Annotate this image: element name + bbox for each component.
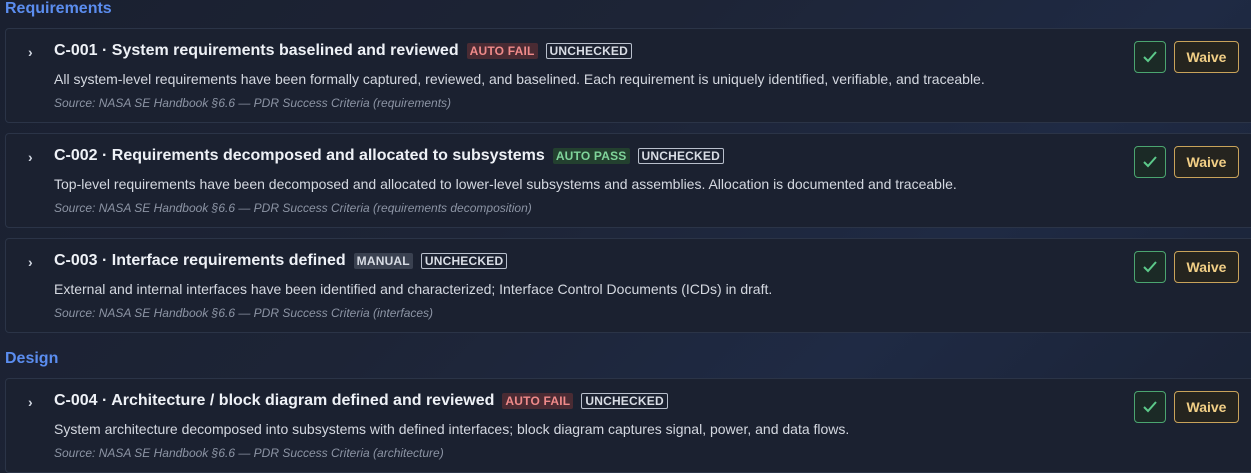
- checklist-item-c001: › C-001 · System requirements baselined …: [5, 28, 1251, 123]
- item-header: C-003 · Interface requirements defined M…: [54, 252, 508, 270]
- status-badge: UNCHECKED: [545, 43, 633, 59]
- checklist-item-c004: › C-004 · Architecture / block diagram d…: [5, 378, 1251, 473]
- item-title: C-003 · Interface requirements defined: [54, 252, 346, 269]
- waive-button[interactable]: Waive: [1174, 41, 1239, 73]
- approve-button[interactable]: [1134, 391, 1166, 423]
- checklist-item-c002: › C-002 · Requirements decomposed and al…: [5, 133, 1251, 228]
- chevron-right-icon[interactable]: ›: [28, 149, 33, 165]
- approve-button[interactable]: [1134, 251, 1166, 283]
- item-description: Top-level requirements have been decompo…: [54, 176, 957, 192]
- item-header: C-004 · Architecture / block diagram def…: [54, 392, 668, 410]
- item-description: All system-level requirements have been …: [54, 71, 985, 87]
- check-icon: [1143, 156, 1157, 168]
- item-title: C-004 · Architecture / block diagram def…: [54, 392, 495, 409]
- chevron-right-icon[interactable]: ›: [28, 254, 33, 270]
- approve-button[interactable]: [1134, 41, 1166, 73]
- item-header: C-002 · Requirements decomposed and allo…: [54, 147, 724, 165]
- auto-pass-badge: AUTO PASS: [552, 148, 630, 164]
- item-source: Source: NASA SE Handbook §6.6 — PDR Succ…: [54, 306, 434, 320]
- status-badge: UNCHECKED: [581, 393, 668, 409]
- waive-button[interactable]: Waive: [1174, 251, 1239, 283]
- status-badge: UNCHECKED: [637, 148, 724, 164]
- item-source: Source: NASA SE Handbook §6.6 — PDR Succ…: [54, 201, 532, 215]
- status-badge: UNCHECKED: [420, 253, 508, 269]
- item-source: Source: NASA SE Handbook §6.6 — PDR Succ…: [54, 96, 452, 110]
- chevron-right-icon[interactable]: ›: [28, 44, 33, 60]
- item-header: C-001 · System requirements baselined an…: [54, 42, 633, 60]
- auto-fail-badge: AUTO FAIL: [466, 43, 538, 59]
- auto-fail-badge: AUTO FAIL: [502, 393, 574, 409]
- waive-button[interactable]: Waive: [1174, 146, 1239, 178]
- check-icon: [1143, 261, 1157, 273]
- section-title-requirements: Requirements: [5, 0, 112, 17]
- item-title: C-002 · Requirements decomposed and allo…: [54, 147, 545, 164]
- item-title: C-001 · System requirements baselined an…: [54, 42, 459, 59]
- item-source: Source: NASA SE Handbook §6.6 — PDR Succ…: [54, 446, 444, 460]
- check-icon: [1143, 401, 1157, 413]
- manual-badge: MANUAL: [353, 253, 413, 269]
- item-description: External and internal interfaces have be…: [54, 281, 773, 297]
- approve-button[interactable]: [1134, 146, 1166, 178]
- item-description: System architecture decomposed into subs…: [54, 421, 850, 437]
- chevron-right-icon[interactable]: ›: [28, 394, 33, 410]
- waive-button[interactable]: Waive: [1174, 391, 1239, 423]
- section-title-design: Design: [5, 350, 59, 367]
- checklist-item-c003: › C-003 · Interface requirements defined…: [5, 238, 1251, 333]
- check-icon: [1143, 51, 1157, 63]
